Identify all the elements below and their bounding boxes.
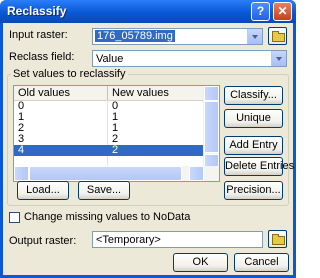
unique-button[interactable]: Unique	[224, 109, 283, 128]
folder-icon	[272, 31, 285, 42]
cancel-button[interactable]: Cancel	[234, 253, 289, 272]
precision-button[interactable]: Precision...	[224, 181, 283, 200]
column-header-old[interactable]: Old values	[18, 87, 70, 99]
scroll-left-button[interactable]	[14, 166, 29, 181]
vertical-scrollbar[interactable]	[203, 86, 219, 169]
table-row[interactable]: 00	[14, 100, 204, 112]
output-raster-label: Output raster:	[9, 235, 77, 247]
table-row[interactable]: 21	[14, 122, 204, 134]
classify-button[interactable]: Classify...	[224, 86, 283, 105]
output-raster-value: <Temporary>	[96, 234, 161, 246]
reclassify-window: Reclassify ? ✕ Input raster: 176_05789.i…	[0, 0, 296, 278]
reclass-field-combobox[interactable]: Value	[92, 50, 287, 67]
dialog-body: Input raster: 176_05789.img Reclass fiel…	[3, 23, 294, 275]
folder-icon	[272, 234, 285, 245]
column-separator	[107, 86, 108, 100]
nodata-checkbox[interactable]	[9, 212, 20, 223]
nodata-checkbox-label[interactable]: Change missing values to NoData	[24, 211, 190, 223]
vertical-scroll-thumb[interactable]	[204, 101, 219, 153]
chevron-down-icon[interactable]	[271, 51, 286, 66]
add-entry-button[interactable]: Add Entry	[224, 136, 283, 155]
title-bar[interactable]: Reclassify ? ✕	[0, 0, 296, 23]
help-icon: ?	[256, 4, 265, 18]
load-button[interactable]: Load...	[17, 181, 69, 200]
output-raster-field[interactable]: <Temporary>	[92, 231, 263, 248]
browse-output-button[interactable]	[268, 230, 287, 248]
table-row-selected[interactable]: 42	[14, 144, 204, 156]
reclass-table[interactable]: Old values New values 00 11 21 32 42	[13, 85, 220, 182]
input-raster-value: 176_05789.img	[95, 30, 175, 42]
delete-entries-button[interactable]: Delete Entries	[224, 157, 294, 176]
horizontal-scrollbar[interactable]	[14, 166, 219, 181]
groupbox-title: Set values to reclassify	[11, 68, 128, 80]
input-raster-combobox[interactable]: 176_05789.img	[92, 28, 263, 45]
table-row[interactable]: 11	[14, 111, 204, 123]
scroll-right-button[interactable]	[189, 166, 204, 181]
browse-input-button[interactable]	[268, 27, 287, 45]
horizontal-scroll-thumb[interactable]	[29, 166, 182, 181]
save-button[interactable]: Save...	[78, 181, 130, 200]
reclass-field-label: Reclass field:	[9, 51, 75, 63]
column-header-new[interactable]: New values	[112, 87, 169, 99]
window-title: Reclassify	[7, 4, 67, 18]
close-button[interactable]: ✕	[273, 2, 292, 21]
scroll-up-button[interactable]	[204, 86, 219, 101]
old-value-cell[interactable]: 4	[18, 144, 24, 156]
ok-button[interactable]: OK	[173, 253, 228, 272]
table-header: Old values New values	[14, 86, 204, 101]
new-value-cell[interactable]: 2	[112, 144, 118, 156]
input-raster-label: Input raster:	[9, 29, 68, 41]
table-row[interactable]: 32	[14, 133, 204, 145]
chevron-down-icon[interactable]	[247, 29, 262, 44]
close-icon: ✕	[277, 4, 288, 18]
reclass-field-value: Value	[96, 53, 124, 65]
help-button[interactable]: ?	[251, 2, 270, 21]
